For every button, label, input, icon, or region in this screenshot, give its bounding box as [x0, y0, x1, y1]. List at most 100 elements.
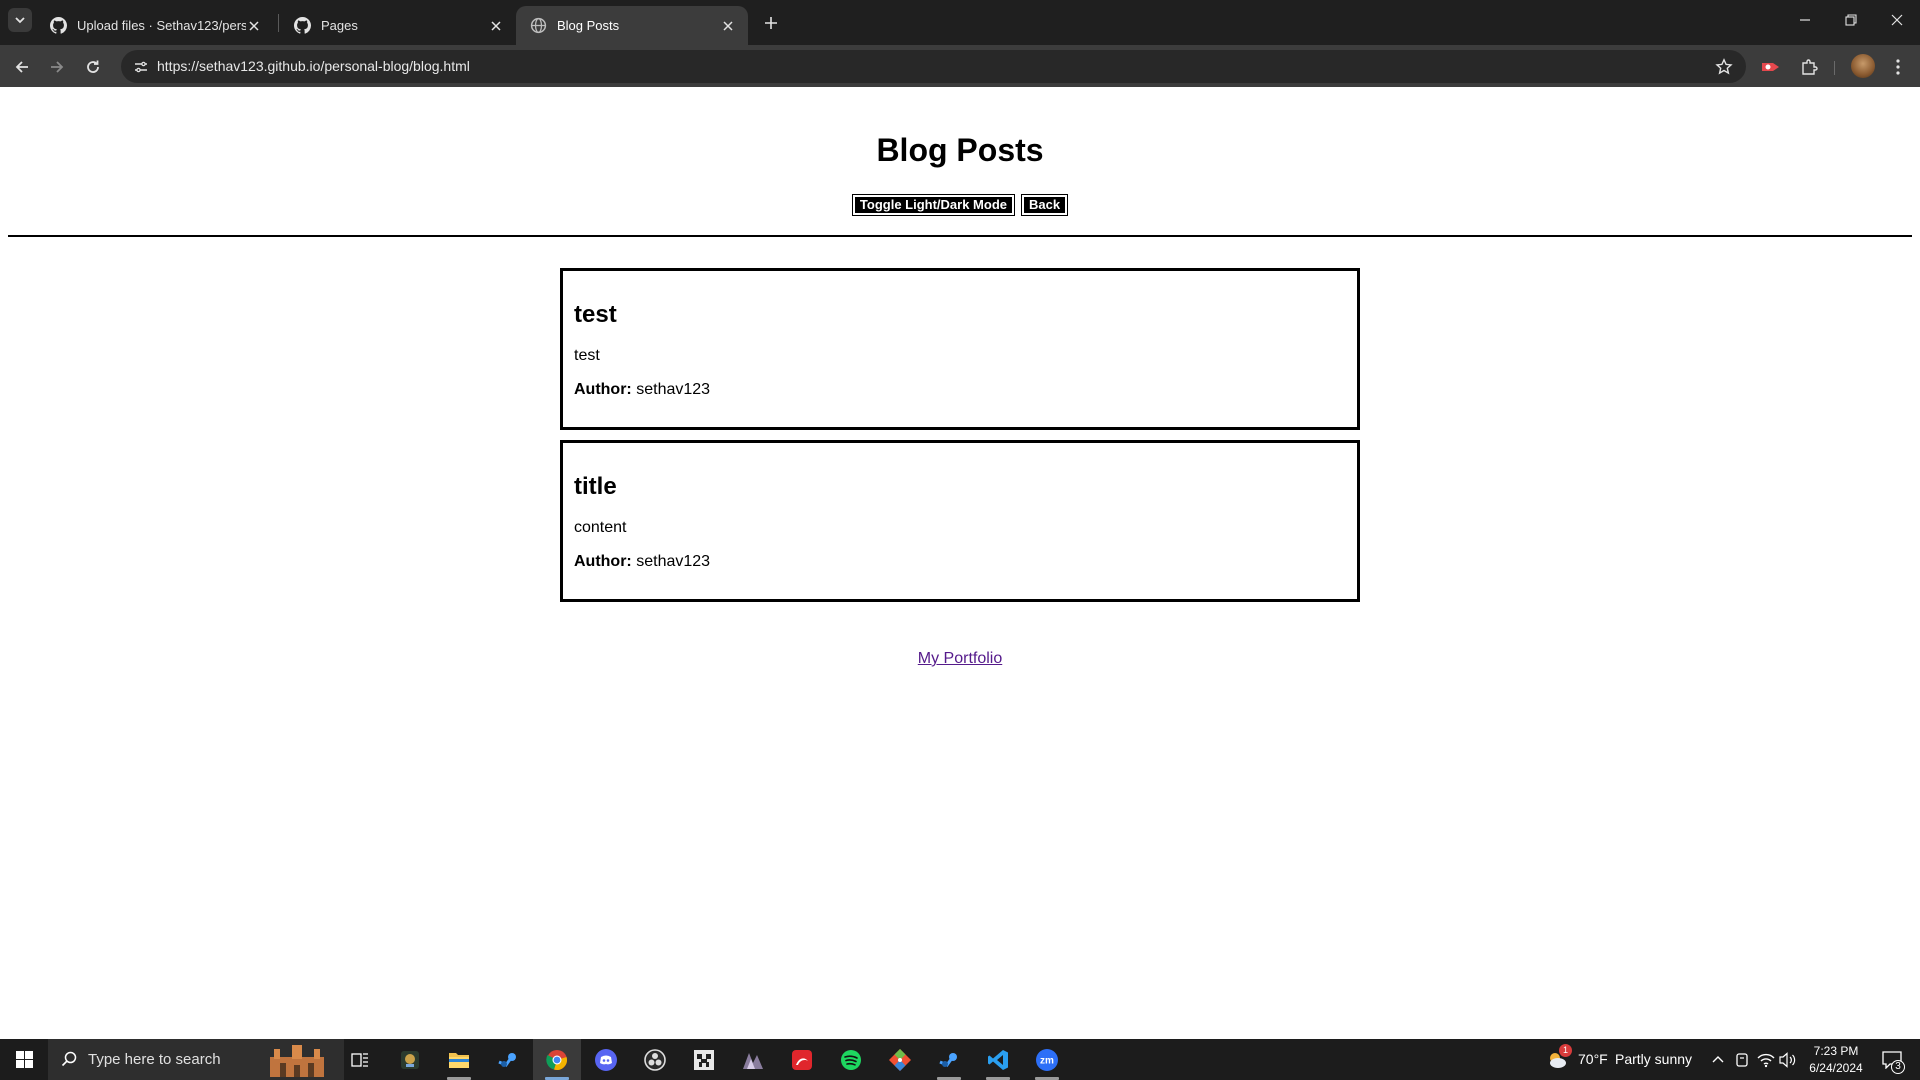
- restore-button[interactable]: [1828, 0, 1874, 40]
- chevron-down-icon: [15, 17, 25, 24]
- arrow-right-icon: [51, 61, 64, 73]
- extension-red-icon[interactable]: [1758, 54, 1784, 80]
- post-content: test: [574, 347, 600, 364]
- taskbar-vscode[interactable]: [974, 1039, 1022, 1080]
- taskbar-obs[interactable]: [631, 1039, 679, 1080]
- tab-upload-files[interactable]: Upload files · Sethav123/persona: [36, 6, 274, 45]
- browser-toolbar: https://sethav123.github.io/personal-blo…: [0, 45, 1920, 87]
- page-content: Blog Posts Toggle Light/Dark Mode Back t…: [0, 87, 1920, 1039]
- taskbar-adobe[interactable]: [778, 1039, 826, 1080]
- github-icon: [294, 17, 311, 34]
- menu-kebab-icon[interactable]: [1885, 54, 1911, 80]
- task-view-button[interactable]: [336, 1039, 384, 1080]
- git-icon: [889, 1048, 911, 1071]
- start-button[interactable]: [0, 1039, 48, 1080]
- taskbar-clock[interactable]: 7:23 PM 6/24/2024: [1796, 1043, 1876, 1077]
- taskbar-file-explorer[interactable]: [435, 1039, 483, 1080]
- tab-title: Blog Posts: [557, 18, 620, 33]
- notification-count: 3: [1891, 1060, 1905, 1074]
- back-nav-button[interactable]: [8, 53, 36, 81]
- weather-condition[interactable]: Partly sunny: [1615, 1051, 1692, 1067]
- close-icon: [1891, 14, 1903, 26]
- chevron-up-icon[interactable]: [1709, 1051, 1727, 1069]
- forward-nav-button[interactable]: [43, 53, 71, 81]
- taskbar-minecraft[interactable]: [680, 1039, 728, 1080]
- discord-icon: [595, 1048, 617, 1071]
- portfolio-link[interactable]: My Portfolio: [918, 650, 1002, 667]
- task-view-icon: [351, 1052, 368, 1067]
- search-highlight-art: [270, 1045, 324, 1077]
- close-window-button[interactable]: [1874, 0, 1920, 40]
- tab-blog-posts[interactable]: Blog Posts: [516, 6, 748, 45]
- post-content: content: [574, 519, 627, 536]
- globe-icon: [530, 17, 547, 34]
- taskbar-steam[interactable]: [484, 1039, 532, 1080]
- clock-time: 7:23 PM: [1813, 1044, 1859, 1058]
- taskbar-chrome[interactable]: [533, 1039, 581, 1080]
- reload-icon: [87, 60, 99, 73]
- author-name: sethav123: [636, 381, 711, 398]
- adobe-icon: [792, 1049, 812, 1070]
- browser-tab-bar: Upload files · Sethav123/persona Pages B…: [0, 0, 1920, 45]
- tab-search-button[interactable]: [8, 8, 32, 32]
- taskbar-steam-2[interactable]: [925, 1039, 973, 1080]
- minimize-button[interactable]: [1782, 0, 1828, 40]
- taskbar-discord[interactable]: [582, 1039, 630, 1080]
- reload-button[interactable]: [79, 53, 107, 81]
- close-icon[interactable]: [488, 18, 504, 34]
- close-icon[interactable]: [720, 18, 736, 34]
- zoom-icon: zm: [1036, 1048, 1058, 1071]
- obs-icon: [644, 1048, 666, 1071]
- taskbar-game-launcher[interactable]: [729, 1039, 777, 1080]
- back-button[interactable]: Back: [1021, 194, 1069, 216]
- minimize-icon: [1800, 19, 1810, 21]
- tab-separator: [278, 14, 279, 32]
- spotify-icon: [841, 1049, 861, 1070]
- post-title: title: [574, 473, 617, 500]
- folder-icon: [449, 1052, 469, 1068]
- post-author: Author: sethav123: [574, 553, 1346, 571]
- vscode-icon: [988, 1049, 1008, 1070]
- bookmark-star-icon[interactable]: [1714, 57, 1734, 77]
- search-placeholder: Type here to search: [88, 1051, 221, 1068]
- address-bar[interactable]: https://sethav123.github.io/personal-blo…: [121, 50, 1746, 83]
- taskbar-spotify[interactable]: [827, 1039, 875, 1080]
- taskbar-git[interactable]: [876, 1039, 924, 1080]
- author-label: Author:: [574, 381, 632, 398]
- close-icon[interactable]: [246, 18, 262, 34]
- windows-taskbar: Type here to search zm 1 70°F Partly sun…: [0, 1039, 1920, 1080]
- chrome-icon: [546, 1049, 567, 1070]
- clock-date: 6/24/2024: [1809, 1061, 1863, 1075]
- url-text: https://sethav123.github.io/personal-blo…: [157, 58, 470, 74]
- post-title: test: [574, 301, 617, 328]
- volume-icon[interactable]: [1779, 1051, 1797, 1069]
- author-label: Author:: [574, 553, 632, 570]
- author-name: sethav123: [636, 553, 711, 570]
- taskbar-zoom[interactable]: zm: [1023, 1039, 1071, 1080]
- toggle-theme-button[interactable]: Toggle Light/Dark Mode: [851, 194, 1015, 216]
- header-divider: [8, 235, 1912, 237]
- header-buttons: Toggle Light/Dark Mode Back: [0, 194, 1920, 216]
- site-info-icon[interactable]: [131, 57, 151, 77]
- toolbar-separator: [1834, 61, 1835, 75]
- profile-avatar[interactable]: [1851, 54, 1875, 78]
- game-app-icon: [401, 1050, 419, 1069]
- restore-icon: [1845, 14, 1857, 26]
- taskbar-game-app[interactable]: [386, 1039, 434, 1080]
- windows-logo-icon: [15, 1051, 33, 1068]
- page-title: Blog Posts: [876, 132, 1044, 168]
- tab-pages[interactable]: Pages: [280, 6, 516, 45]
- new-tab-button[interactable]: [757, 9, 785, 37]
- game-launcher-icon: [743, 1052, 763, 1069]
- steam-icon: [939, 1052, 957, 1067]
- extensions-puzzle-icon[interactable]: [1796, 54, 1822, 80]
- arrow-left-icon: [15, 61, 28, 73]
- wifi-icon[interactable]: [1757, 1051, 1775, 1069]
- device-icon[interactable]: [1733, 1051, 1751, 1069]
- steam-icon: [498, 1052, 516, 1067]
- tab-title: Upload files · Sethav123/persona: [77, 18, 246, 33]
- search-icon: [60, 1050, 78, 1068]
- plus-icon: [765, 17, 777, 29]
- weather-temperature[interactable]: 70°F: [1578, 1051, 1608, 1067]
- github-icon: [50, 17, 67, 34]
